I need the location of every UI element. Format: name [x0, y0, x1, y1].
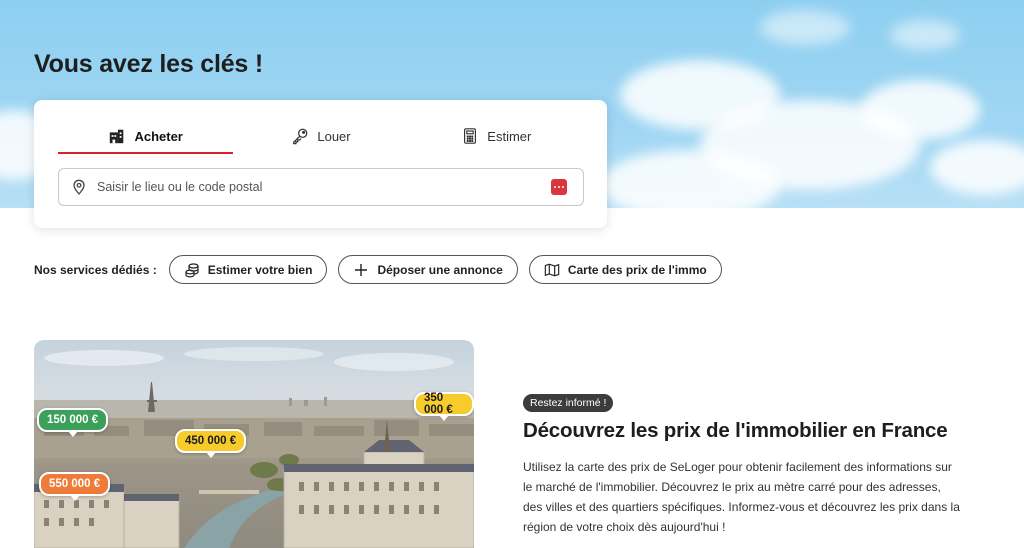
services-bar: Nos services dédiés : Estimer votre bien… [34, 254, 733, 285]
page-title: Vous avez les clés ! [34, 50, 263, 78]
tab-louer[interactable]: Louer [233, 118, 408, 154]
search-card: Acheter Louer Estimer Saisir le lieu ou … [34, 100, 607, 228]
price-tag-350000: 350 000 € [414, 392, 474, 421]
services-label: Nos services dédiés : [34, 262, 157, 277]
location-search-input[interactable] [95, 179, 551, 195]
coins-icon [185, 262, 199, 277]
post-listing-button[interactable]: Déposer une annonce [338, 255, 518, 284]
price-tag-450000: 450 000 € [175, 429, 247, 458]
price-section-description: Utilisez la carte des prix de SeLoger po… [523, 460, 960, 534]
password-manager-icon[interactable] [551, 179, 567, 195]
paris-skyline-image: 150 000 € 450 000 € 350 000 € 550 000 € [34, 340, 474, 548]
map-icon [544, 263, 560, 276]
key-icon [293, 128, 308, 145]
tab-estimer[interactable]: Estimer [409, 118, 584, 154]
price-map-label: Carte des prix de l'immo [567, 262, 707, 277]
price-section-title: Découvrez les prix de l'immobilier en Fr… [523, 419, 948, 442]
estimate-property-label: Estimer votre bien [207, 262, 313, 277]
calculator-icon [464, 128, 477, 144]
tab-estimer-label: Estimer [487, 128, 532, 144]
location-search-field[interactable] [58, 168, 584, 206]
paris-cityscape-illustration [34, 347, 474, 548]
building-key-icon [110, 129, 124, 144]
tab-acheter-label: Acheter [134, 128, 183, 144]
estimate-property-button[interactable]: Estimer votre bien [168, 255, 328, 284]
stay-informed-badge: Restez informé ! [523, 394, 614, 412]
location-pin-icon [73, 179, 85, 195]
price-tag-150000: 150 000 € [37, 408, 109, 437]
post-listing-label: Déposer une annonce [377, 262, 503, 277]
tab-louer-label: Louer [317, 128, 351, 144]
price-tag-550000: 550 000 € [39, 472, 111, 501]
tab-acheter[interactable]: Acheter [58, 118, 234, 154]
plus-icon [355, 263, 368, 276]
search-tabs: Acheter Louer Estimer [58, 118, 584, 154]
price-map-button[interactable]: Carte des prix de l'immo [528, 255, 722, 284]
